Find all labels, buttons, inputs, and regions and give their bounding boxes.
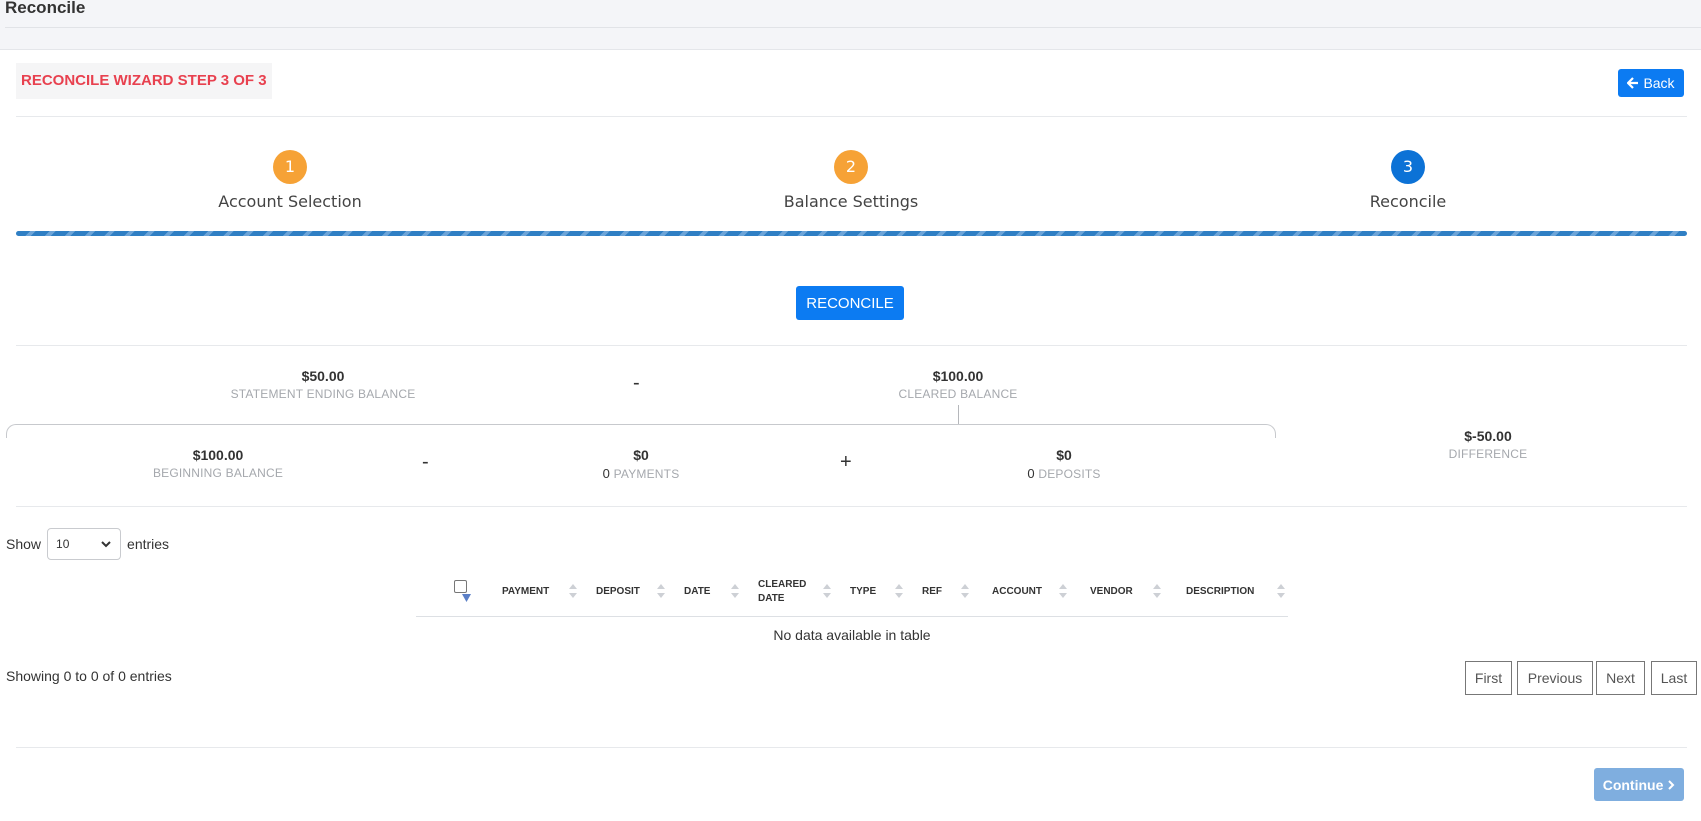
back-button[interactable]: Back — [1618, 69, 1684, 97]
page-size-select[interactable]: 10 — [47, 528, 122, 560]
divider — [5, 27, 1701, 28]
step-account-selection[interactable]: 1 Account Selection — [190, 150, 390, 211]
continue-button[interactable]: Continue — [1594, 768, 1684, 801]
page-size-value: 10 — [56, 537, 70, 551]
sort-icon — [731, 584, 739, 598]
balance-value: $100.00 — [192, 447, 244, 463]
column-select[interactable] — [416, 568, 486, 617]
minus-operator: - — [633, 372, 640, 394]
column-vendor[interactable]: VENDOR — [1070, 568, 1164, 617]
sort-icon — [1059, 584, 1067, 598]
sort-desc-icon — [462, 594, 471, 603]
column-label: REF — [922, 586, 942, 598]
wizard-progress-bar — [16, 231, 1687, 236]
divider — [16, 345, 1687, 346]
sort-icon — [961, 584, 969, 598]
divider — [16, 747, 1687, 748]
pagination-first[interactable]: First — [1465, 661, 1512, 695]
cleared-balance: $100.00 CLEARED BALANCE — [858, 368, 1058, 401]
chevron-right-icon — [1668, 779, 1675, 790]
table-info: Showing 0 to 0 of 0 entries — [6, 668, 172, 684]
divider — [16, 116, 1687, 117]
sort-icon — [569, 584, 577, 598]
payments-balance: $0 0 PAYMENTS — [541, 447, 741, 481]
balance-value: $50.00 — [301, 368, 345, 384]
chevron-down-icon — [101, 541, 111, 548]
page-size-control: Show 10 entries — [6, 528, 169, 560]
step-label: Reconcile — [1369, 192, 1447, 211]
step-number: 3 — [1391, 150, 1425, 184]
arrow-left-icon — [1627, 77, 1639, 89]
balance-label: DIFFERENCE — [1448, 447, 1528, 461]
column-label: TYPE — [850, 586, 877, 598]
page-title: Reconcile — [5, 0, 86, 17]
pagination-last[interactable]: Last — [1651, 661, 1697, 695]
column-label: CLEARED DATE — [758, 578, 807, 604]
sort-icon — [823, 584, 831, 598]
step-number: 1 — [273, 150, 307, 184]
sort-icon — [1153, 584, 1161, 598]
column-label: ACCOUNT — [992, 586, 1042, 598]
step-balance-settings[interactable]: 2 Balance Settings — [751, 150, 951, 211]
balance-value: $0 — [633, 447, 649, 463]
balance-label: 0 DEPOSITS — [964, 466, 1164, 481]
column-label: DESCRIPTION — [1186, 586, 1255, 598]
column-label: PAYMENT — [502, 586, 550, 598]
bracket-line — [6, 424, 1276, 438]
balance-value: $100.00 — [932, 368, 984, 384]
show-label: Show — [6, 536, 42, 552]
column-description[interactable]: DESCRIPTION — [1164, 568, 1288, 617]
step-label: Balance Settings — [783, 192, 919, 211]
entries-label: entries — [127, 536, 170, 552]
deposits-balance: $0 0 DEPOSITS — [964, 447, 1164, 481]
balance-label: STATEMENT ENDING BALANCE — [230, 387, 416, 401]
balance-value: $0 — [1056, 447, 1072, 463]
reconcile-button[interactable]: RECONCILE — [796, 286, 904, 320]
plus-operator: + — [840, 451, 852, 473]
sort-icon — [895, 584, 903, 598]
balance-label: 0 PAYMENTS — [541, 466, 741, 481]
deposits-count: 0 — [1027, 466, 1035, 481]
table-header-row: PAYMENT DEPOSIT DATE CLEARED DATE TYPE R… — [416, 568, 1288, 617]
connector-line — [958, 405, 959, 425]
column-label: DATE — [684, 586, 711, 598]
pagination-next[interactable]: Next — [1596, 661, 1645, 695]
continue-label: Continue — [1602, 776, 1664, 793]
column-type[interactable]: TYPE — [834, 568, 906, 617]
statement-ending-balance: $50.00 STATEMENT ENDING BALANCE — [223, 368, 423, 401]
select-all-checkbox[interactable] — [454, 579, 467, 593]
deposits-label: DEPOSITS — [1038, 467, 1101, 481]
sort-icon — [1277, 584, 1285, 598]
empty-table-message: No data available in table — [773, 626, 931, 643]
transactions-table: PAYMENT DEPOSIT DATE CLEARED DATE TYPE R… — [416, 568, 1288, 653]
balance-value: $-50.00 — [1464, 428, 1512, 444]
difference-balance: $-50.00 DIFFERENCE — [1388, 428, 1588, 461]
payments-count: 0 — [602, 466, 611, 481]
minus-operator: - — [422, 451, 429, 473]
beginning-balance: $100.00 BEGINNING BALANCE — [118, 447, 318, 480]
wizard-title: RECONCILE WIZARD STEP 3 OF 3 — [16, 63, 272, 99]
column-label: DEPOSIT — [596, 586, 640, 598]
pagination-previous[interactable]: Previous — [1517, 661, 1593, 695]
step-label: Account Selection — [218, 192, 362, 211]
column-payment[interactable]: PAYMENT — [486, 568, 580, 617]
top-bar: Reconcile — [0, 0, 1701, 50]
column-ref[interactable]: REF — [906, 568, 972, 617]
column-account[interactable]: ACCOUNT — [972, 568, 1070, 617]
back-label: Back — [1643, 75, 1675, 91]
column-cleared-date[interactable]: CLEARED DATE — [742, 568, 834, 617]
column-date[interactable]: DATE — [668, 568, 742, 617]
balance-label: BEGINNING BALANCE — [152, 466, 284, 480]
balance-label: CLEARED BALANCE — [898, 387, 1018, 401]
column-deposit[interactable]: DEPOSIT — [580, 568, 668, 617]
sort-icon — [657, 584, 665, 598]
step-number: 2 — [834, 150, 868, 184]
divider — [16, 506, 1687, 507]
step-reconcile[interactable]: 3 Reconcile — [1308, 150, 1508, 211]
column-label: VENDOR — [1090, 586, 1133, 598]
table-row: No data available in table — [416, 616, 1288, 653]
payments-label: PAYMENTS — [613, 467, 680, 481]
